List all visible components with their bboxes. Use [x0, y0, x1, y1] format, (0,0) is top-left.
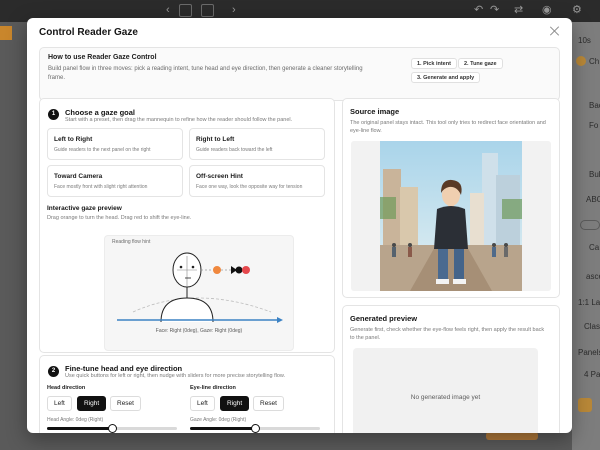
- gaze-angle-slider[interactable]: [190, 424, 320, 433]
- chevron-left-icon: ‹: [166, 4, 170, 16]
- generated-image-placeholder: No generated image yet: [353, 348, 538, 433]
- close-icon[interactable]: [550, 26, 560, 36]
- source-image-panel: Source image The original panel stays in…: [342, 98, 560, 298]
- preset-toward-camera[interactable]: Toward Camera Face mostly front with sli…: [47, 165, 183, 197]
- eye-icon: ◉: [542, 4, 552, 16]
- background-accent: [0, 26, 12, 40]
- head-direction-label: Head direction: [47, 385, 86, 391]
- slider-fill: [47, 427, 112, 430]
- preset-title: Off-screen Hint: [196, 173, 243, 180]
- gaze-preview-description: Drag orange to turn the head. Drag red t…: [47, 215, 192, 221]
- section-title: Fine-tune head and eye direction: [65, 364, 183, 373]
- source-image: [380, 141, 522, 291]
- slider-thumb[interactable]: [107, 424, 117, 433]
- section-description: Generate first, check whether the eye-fl…: [350, 327, 545, 341]
- gaze-preview-title: Interactive gaze preview: [47, 205, 122, 212]
- step-generate-apply: 3. Generate and apply: [411, 72, 481, 83]
- source-image-frame: [351, 141, 551, 291]
- preset-left-to-right[interactable]: Left to Right Guide readers to the next …: [47, 128, 183, 160]
- head-left-button[interactable]: Left: [47, 396, 72, 411]
- preset-description: Face one way, look the opposite way for …: [196, 184, 303, 190]
- preset-title: Left to Right: [54, 136, 93, 143]
- head-right-button[interactable]: Right: [77, 396, 107, 411]
- howto-banner: How to use Reader Gaze Control Build pan…: [39, 47, 560, 101]
- reader-gaze-modal: Control Reader Gaze How to use Reader Ga…: [27, 18, 572, 433]
- bg-bottom-accent: [486, 432, 538, 440]
- redo-icon: ↷: [490, 4, 500, 16]
- gaze-angle-readout: Gaze Angle: 0deg (Right): [190, 417, 247, 423]
- preset-description: Guide readers to the next panel on the r…: [54, 147, 151, 153]
- slider-fill: [190, 427, 255, 430]
- step-number: 2: [48, 366, 59, 377]
- preset-title: Toward Camera: [54, 173, 103, 180]
- step-number: 1: [48, 109, 59, 120]
- preset-right-to-left[interactable]: Right to Left Guide readers back toward …: [189, 128, 325, 160]
- section-title: Source image: [350, 107, 400, 116]
- head-angle-slider[interactable]: [47, 424, 177, 433]
- howto-title: How to use Reader Gaze Control: [48, 54, 157, 61]
- head-angle-readout: Head Angle: 0deg (Right): [47, 417, 104, 423]
- head-reset-button[interactable]: Reset: [110, 396, 141, 411]
- eye-left-button[interactable]: Left: [190, 396, 215, 411]
- finetune-panel: 2 Fine-tune head and eye direction Use q…: [39, 355, 335, 433]
- bg-label: Bac: [589, 101, 600, 110]
- frame-icon: [201, 4, 214, 17]
- bg-label: Class: [584, 322, 600, 331]
- gaze-preview-canvas[interactable]: Reading flow hint Face: Right (0deg), Ga…: [104, 235, 294, 351]
- bg-label: 4 Pan: [584, 370, 600, 379]
- layout-icon: [179, 4, 192, 17]
- bg-label: Fo: [589, 121, 599, 130]
- gaze-status-readout: Face: Right (0deg), Gaze: Right (0deg): [155, 328, 243, 334]
- bg-label: Ch: [589, 57, 600, 66]
- section-description: Start with a preset, then drag the manne…: [65, 117, 293, 123]
- eye-reset-button[interactable]: Reset: [253, 396, 284, 411]
- share-icon: ⇄: [514, 4, 524, 16]
- generated-preview-panel: Generated preview Generate first, check …: [342, 305, 560, 433]
- bg-label: ABC: [586, 195, 600, 204]
- section-title: Choose a gaze goal: [65, 108, 136, 117]
- bg-label: 1:1 Lay: [578, 298, 600, 307]
- chevron-right-icon: ›: [232, 4, 236, 16]
- background-side-panel: [572, 22, 600, 450]
- gaze-handle-icon: [242, 266, 250, 274]
- bg-dot: [576, 56, 586, 66]
- step-pick-intent: 1. Pick intent: [411, 58, 457, 69]
- preset-title: Right to Left: [196, 136, 235, 143]
- step-tune-gaze: 2. Tune gaze: [458, 58, 503, 69]
- settings-icon: ⚙: [572, 4, 582, 16]
- howto-description: Build panel flow in three moves: pick a …: [48, 66, 363, 81]
- eye-right-button[interactable]: Right: [220, 396, 250, 411]
- bg-label: Bub: [589, 170, 600, 179]
- undo-icon: ↶: [474, 4, 484, 16]
- eye-direction-label: Eye-line direction: [190, 385, 236, 391]
- bg-square-button: [578, 398, 592, 412]
- placeholder-text: No generated image yet: [410, 394, 481, 401]
- bg-toggle: [580, 220, 600, 230]
- bg-label: Ca: [589, 243, 600, 252]
- preset-description: Face mostly front with slight right atte…: [54, 184, 148, 190]
- bg-label: 10s: [578, 36, 591, 45]
- section-title: Generated preview: [350, 314, 418, 323]
- preset-description: Guide readers back toward the left: [196, 147, 273, 153]
- section-description: Use quick buttons for left or right, the…: [65, 373, 286, 379]
- section-description: The original panel stays intact. This to…: [350, 120, 546, 134]
- slider-thumb[interactable]: [250, 424, 260, 433]
- preset-off-screen-hint[interactable]: Off-screen Hint Face one way, look the o…: [189, 165, 325, 197]
- bg-label: asce: [586, 272, 600, 281]
- bg-label: Panels: [578, 348, 600, 357]
- modal-title: Control Reader Gaze: [39, 27, 138, 38]
- head-handle-icon: [213, 266, 221, 274]
